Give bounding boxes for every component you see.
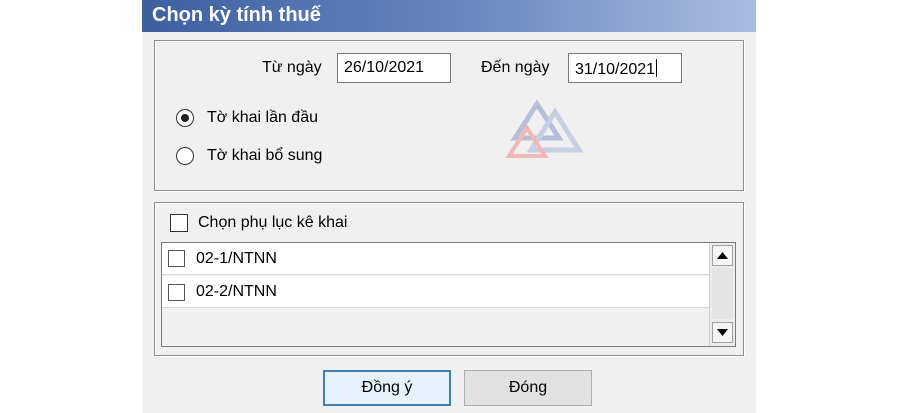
list-item[interactable]: 02-2/NTNN <box>162 276 710 308</box>
list-item-label: 02-1/NTNN <box>196 250 277 267</box>
radio-first-declaration[interactable] <box>176 109 194 127</box>
arrow-down-icon[interactable] <box>712 322 733 343</box>
scrollbar-track[interactable] <box>712 268 733 319</box>
anpha-logo-icon <box>505 99 584 158</box>
to-date-value: 31/10/2021 <box>575 61 656 78</box>
appendix-list[interactable]: 02-1/NTNN 02-2/NTNN <box>161 242 736 347</box>
text-caret <box>656 59 658 77</box>
select-appendix-label[interactable]: Chọn phụ lục kê khai <box>198 214 347 232</box>
radio-supplement-declaration[interactable] <box>176 147 194 165</box>
list-item-checkbox[interactable] <box>168 284 185 301</box>
from-date-label: Từ ngày <box>262 59 322 76</box>
close-button[interactable]: Đóng <box>464 370 592 406</box>
from-date-value: 26/10/2021 <box>344 59 425 76</box>
radio-supplement-declaration-label[interactable]: Tờ khai bổ sung <box>207 147 322 165</box>
ok-button[interactable]: Đồng ý <box>323 370 451 406</box>
to-date-input[interactable]: 31/10/2021 <box>568 53 682 83</box>
list-item[interactable]: 02-1/NTNN <box>162 243 710 275</box>
list-item-label: 02-2/NTNN <box>196 283 277 300</box>
radio-selected-dot <box>181 114 189 122</box>
window-title: Chọn kỳ tính thuế <box>152 4 321 26</box>
arrow-up-icon[interactable] <box>712 245 733 266</box>
choose-tax-period-dialog: Chọn kỳ tính thuế Từ ngày 26/10/2021 Đến… <box>142 0 756 413</box>
radio-first-declaration-label[interactable]: Tờ khai lần đầu <box>207 109 318 127</box>
vertical-scrollbar[interactable] <box>709 243 735 346</box>
from-date-input[interactable]: 26/10/2021 <box>337 53 451 83</box>
list-item-checkbox[interactable] <box>168 250 185 267</box>
to-date-label: Đến ngày <box>481 59 550 76</box>
title-bar[interactable]: Chọn kỳ tính thuế <box>142 0 756 32</box>
select-appendix-checkbox[interactable] <box>170 214 188 232</box>
